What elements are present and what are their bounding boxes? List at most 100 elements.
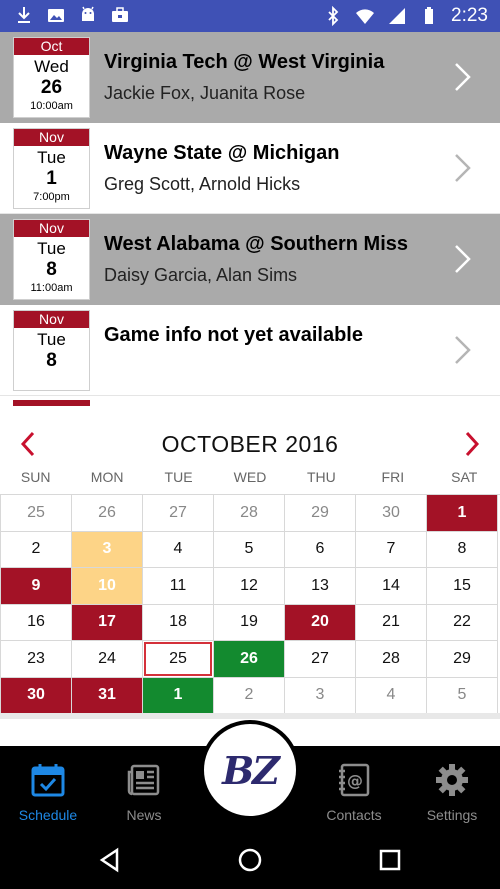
calendar-day[interactable]: 15 xyxy=(427,568,498,605)
calendar-day[interactable]: 1 xyxy=(427,495,498,532)
bluetooth-icon xyxy=(328,6,339,26)
system-navigation-bar xyxy=(0,830,500,889)
game-row[interactable]: Nov Tue 8 11:00am West Alabama @ Southern Mi… xyxy=(0,214,500,305)
calendar-day[interactable]: 4 xyxy=(143,531,214,568)
calendar-day[interactable]: 11 xyxy=(143,568,214,605)
logo-text: BZ xyxy=(222,747,280,793)
next-month-button[interactable] xyxy=(456,429,486,459)
nav-news[interactable]: News xyxy=(96,746,192,830)
calendar-day[interactable]: 21 xyxy=(356,604,427,641)
calendar-day-today[interactable]: 25 xyxy=(143,641,214,678)
chevron-right-icon xyxy=(455,63,471,91)
calendar-day[interactable]: 27 xyxy=(285,641,356,678)
calendar-day[interactable]: 9 xyxy=(1,568,72,605)
date-weekday: Tue xyxy=(37,330,66,349)
calendar-day[interactable]: 30 xyxy=(1,677,72,714)
back-icon[interactable] xyxy=(95,845,125,875)
calendar-title: OCTOBER 2016 xyxy=(161,431,339,457)
nav-news-label: News xyxy=(126,807,162,823)
game-title: Game info not yet available xyxy=(104,324,363,346)
date-weekday: Wed xyxy=(34,57,69,76)
date-card: Oct Wed 26 10:00am xyxy=(13,37,90,118)
calendar-day[interactable]: 30 xyxy=(356,495,427,532)
calendar-day[interactable]: 16 xyxy=(1,604,72,641)
calendar-day[interactable]: 20 xyxy=(285,604,356,641)
recents-icon[interactable] xyxy=(375,845,405,875)
weekday-label: THU xyxy=(307,469,336,485)
nav-contacts-label: Contacts xyxy=(326,807,382,823)
date-card: Nov Tue 8 xyxy=(13,310,90,391)
nav-settings-label: Settings xyxy=(426,807,478,823)
weekday-label: FRI xyxy=(381,469,405,485)
calendar-day[interactable]: 31 xyxy=(72,677,143,714)
signal-icon xyxy=(389,8,406,24)
calendar-day[interactable]: 26 xyxy=(72,495,143,532)
calendar-day[interactable]: 29 xyxy=(427,641,498,678)
weekday-label: SUN xyxy=(20,469,51,485)
nav-schedule-label: Schedule xyxy=(18,807,78,823)
home-icon[interactable] xyxy=(235,845,265,875)
game-officials: Daisy Garcia, Alan Sims xyxy=(104,265,298,285)
calendar-day[interactable]: 13 xyxy=(285,568,356,605)
calendar-day[interactable]: 26 xyxy=(214,641,285,678)
nav-contacts[interactable]: @ Contacts xyxy=(306,746,402,830)
calendar-day[interactable]: 4 xyxy=(356,677,427,714)
calendar-check-icon xyxy=(31,764,65,797)
game-list[interactable]: Oct Wed 26 10:00am Virginia Tech @ West Virg… xyxy=(0,32,500,406)
weekday-label: TUE xyxy=(164,469,193,485)
calendar-grid: 25 26 27 28 29 30 1 2 3 4 5 6 7 8 9 10 11 12 13 14 15 16 17 18 1… xyxy=(0,494,500,714)
calendar-day[interactable]: 5 xyxy=(427,677,498,714)
game-title: Virginia Tech @ West Virginia xyxy=(104,51,385,73)
calendar-day[interactable]: 6 xyxy=(285,531,356,568)
calendar-day[interactable]: 8 xyxy=(427,531,498,568)
calendar-day[interactable]: 19 xyxy=(214,604,285,641)
calendar-divider xyxy=(0,713,500,719)
nav-settings[interactable]: Settings xyxy=(404,746,500,830)
calendar-day[interactable]: 27 xyxy=(143,495,214,532)
download-icon xyxy=(18,7,30,23)
battery-icon xyxy=(425,7,434,24)
app-logo[interactable]: BZ xyxy=(204,724,296,816)
newspaper-icon xyxy=(127,764,160,796)
weekday-header: SUN MON TUE WED THU FRI SAT xyxy=(0,469,500,487)
calendar-day[interactable]: 3 xyxy=(285,677,356,714)
calendar-day[interactable]: 14 xyxy=(356,568,427,605)
calendar-day[interactable]: 28 xyxy=(214,495,285,532)
date-month: Nov xyxy=(14,129,89,146)
calendar-day[interactable]: 1 xyxy=(143,677,214,714)
date-month: Oct xyxy=(14,38,89,55)
calendar-day[interactable]: 18 xyxy=(143,604,214,641)
date-month: Nov xyxy=(14,311,89,328)
calendar-day[interactable]: 22 xyxy=(427,604,498,641)
chevron-right-icon xyxy=(455,154,471,182)
status-time: 2:23 xyxy=(451,5,488,26)
date-day: 8 xyxy=(46,259,57,280)
date-day: 26 xyxy=(40,77,63,98)
calendar-day[interactable]: 3 xyxy=(72,531,143,568)
weekday-label: SAT xyxy=(451,469,478,485)
game-row[interactable]: Nov Tue 1 7:00pm Wayne State @ Michigan Greg … xyxy=(0,123,500,214)
calendar-day[interactable]: 23 xyxy=(1,641,72,678)
calendar-day[interactable]: 29 xyxy=(285,495,356,532)
date-card: Nov Tue 1 7:00pm xyxy=(13,128,90,209)
calendar-day[interactable]: 2 xyxy=(214,677,285,714)
calendar-day[interactable]: 12 xyxy=(214,568,285,605)
calendar-day[interactable]: 17 xyxy=(72,604,143,641)
status-bar: 2:23 xyxy=(0,0,500,32)
nav-schedule[interactable]: Schedule xyxy=(0,746,96,830)
date-weekday: Tue xyxy=(37,148,66,167)
calendar-day[interactable]: 7 xyxy=(356,531,427,568)
weekday-label: MON xyxy=(90,469,124,485)
contacts-book-icon: @ xyxy=(339,763,370,797)
game-row[interactable]: Oct Wed 26 10:00am Virginia Tech @ West Virg… xyxy=(0,32,500,123)
calendar-day[interactable]: 24 xyxy=(72,641,143,678)
calendar-day[interactable]: 28 xyxy=(356,641,427,678)
game-officials: Jackie Fox, Juanita Rose xyxy=(104,83,306,103)
calendar-day[interactable]: 2 xyxy=(1,531,72,568)
calendar-day[interactable]: 10 xyxy=(72,568,143,605)
calendar-day[interactable]: 25 xyxy=(1,495,72,532)
photo-icon xyxy=(48,9,64,22)
game-row[interactable]: Nov Tue 8 Game info not yet available xyxy=(0,305,500,396)
calendar-day[interactable]: 5 xyxy=(214,531,285,568)
calendar: OCTOBER 2016 SUN MON TUE WED THU FRI SAT… xyxy=(0,406,500,746)
